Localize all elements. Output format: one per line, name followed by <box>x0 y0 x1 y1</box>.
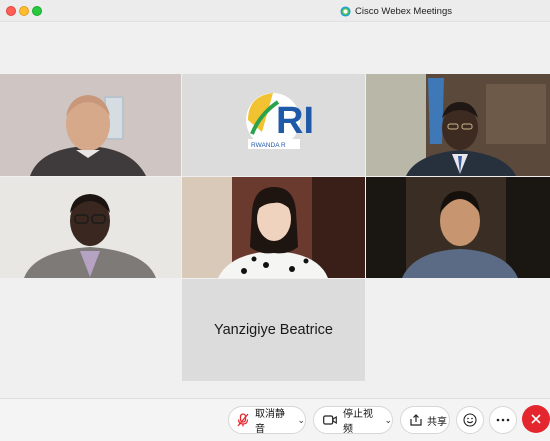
participant-logo-tile[interactable]: RI RWANDA R <box>182 74 365 176</box>
participant-video-tile[interactable] <box>0 74 181 176</box>
participant-name: Yanzigiye Beatrice <box>213 322 334 338</box>
unmute-button[interactable]: 取消静音 ⌄ <box>228 406 306 435</box>
participant-video-tile[interactable] <box>366 177 550 278</box>
minimize-window-button[interactable] <box>19 6 29 16</box>
meeting-controls: 取消静音 ⌄ 停止视频 ⌄ 共享 <box>0 398 550 441</box>
rwanda-logo-icon: RI RWANDA R <box>182 74 365 176</box>
video-camera-icon <box>323 415 337 425</box>
unmute-label: 取消静音 <box>255 409 285 435</box>
app-title-text: Cisco Webex Meetings <box>355 5 452 17</box>
leave-meeting-button[interactable] <box>522 405 550 433</box>
svg-text:RI: RI <box>276 100 314 142</box>
more-icon <box>496 418 510 422</box>
close-window-button[interactable] <box>6 6 16 16</box>
share-icon <box>410 414 422 426</box>
chevron-down-icon[interactable]: ⌄ <box>297 415 305 426</box>
participant-video <box>0 74 181 176</box>
participant-video-tile[interactable] <box>0 177 181 278</box>
video-grid: RI RWANDA R Yanzigiye Beatrice <box>0 22 550 398</box>
participant-video-tile[interactable] <box>366 74 550 176</box>
stop-video-label: 停止视频 <box>343 409 373 435</box>
stop-video-button[interactable]: 停止视频 ⌄ <box>313 406 393 435</box>
close-icon <box>531 414 541 424</box>
app-title: Cisco Webex Meetings <box>340 4 452 18</box>
smiley-icon <box>463 413 477 427</box>
share-label: 共享 <box>427 416 447 428</box>
webex-logo-icon <box>340 5 351 17</box>
participant-video-tile[interactable] <box>182 177 365 278</box>
chevron-down-icon[interactable]: ⌄ <box>384 415 392 426</box>
mic-muted-icon <box>237 413 249 427</box>
more-options-button[interactable] <box>489 406 517 434</box>
reactions-button[interactable] <box>456 406 484 434</box>
maximize-window-button[interactable] <box>32 6 42 16</box>
share-button[interactable]: 共享 <box>400 406 450 434</box>
participant-video <box>366 74 550 176</box>
participant-video <box>182 177 365 278</box>
participant-video <box>0 177 181 278</box>
participant-video <box>366 177 550 278</box>
window-titlebar: Cisco Webex Meetings <box>0 0 550 22</box>
participant-name-tile[interactable]: Yanzigiye Beatrice <box>182 279 365 381</box>
svg-text:RWANDA R: RWANDA R <box>251 142 286 149</box>
